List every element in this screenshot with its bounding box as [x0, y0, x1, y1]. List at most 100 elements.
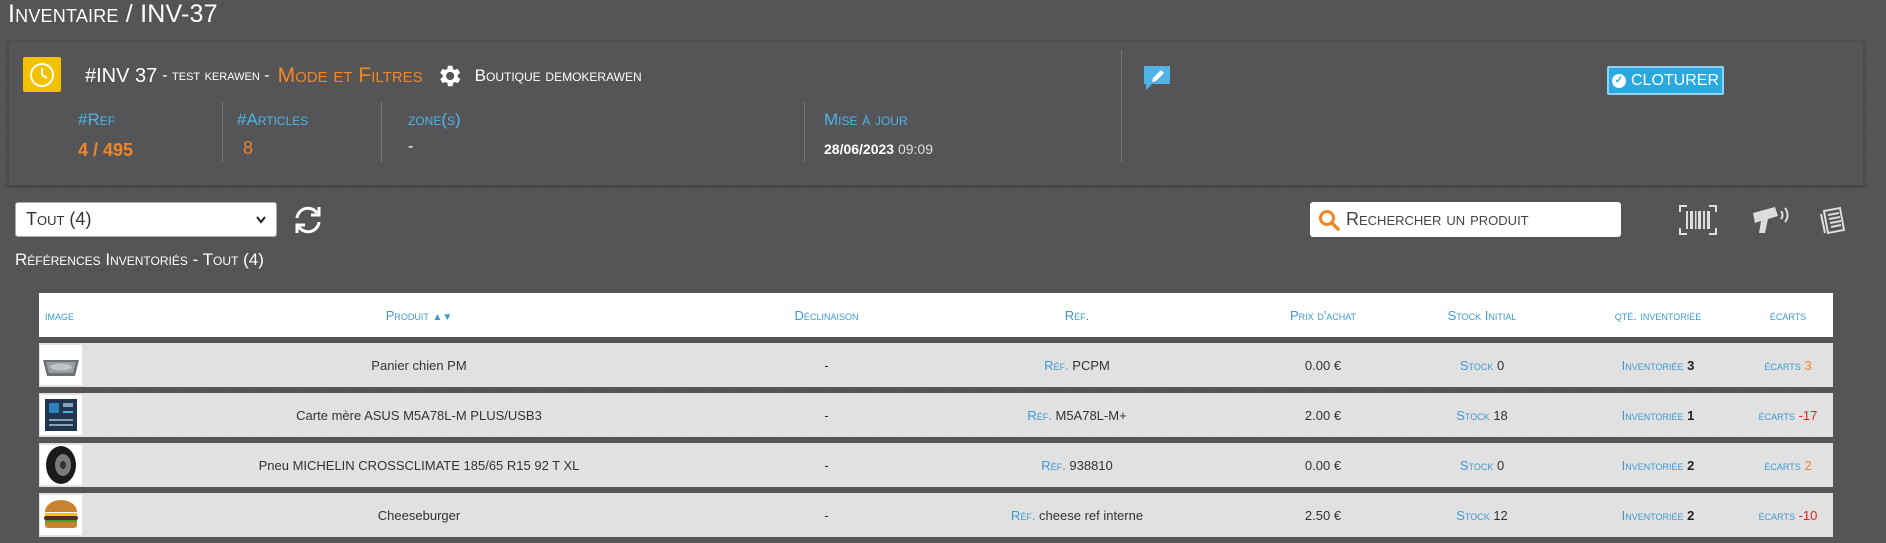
qty-value: 3: [1687, 357, 1695, 373]
product-thumbnail: [39, 345, 84, 385]
ref-count-label: #Ref: [78, 110, 116, 129]
search-input[interactable]: Rechercher un produit: [1310, 202, 1621, 237]
header-qty: qté. inventoriée: [1614, 307, 1702, 323]
inventory-table: image Produit ▲▼ Déclinaison Réf. Prix d…: [39, 293, 1833, 537]
articles-count-label: #Articles: [237, 110, 309, 129]
ref-label: Réf.: [1041, 457, 1066, 473]
ref-label: Réf.: [1010, 507, 1036, 523]
ecart-label: écarts: [1758, 407, 1795, 423]
ref-label: Réf.: [1027, 407, 1052, 423]
ref-count-value: 4 / 495: [78, 140, 134, 160]
product-name: Cheeseburger: [377, 507, 461, 523]
stock-value: 12: [1493, 507, 1508, 523]
filter-select[interactable]: Tout (4): [15, 202, 277, 237]
update-time: 09:09: [897, 141, 934, 157]
update-datetime: 28/06/2023 09:09: [824, 141, 933, 157]
ecart-value: 2: [1804, 457, 1812, 473]
inventoried-qty: Inventoriée 2: [1573, 508, 1743, 523]
table-header: image Produit ▲▼ Déclinaison Réf. Prix d…: [39, 293, 1833, 337]
purchase-price: 0.00 €: [1304, 457, 1342, 473]
list-icon[interactable]: [1818, 205, 1848, 235]
gear-icon[interactable]: [435, 62, 463, 90]
inventory-name: - test kerawen -: [162, 67, 270, 84]
inventoried-qty: Inventoriée 3: [1573, 358, 1743, 373]
product-thumbnail: [39, 445, 84, 485]
zones-value: -: [408, 138, 414, 155]
declinaison: -: [824, 457, 829, 473]
stock-value: 0: [1496, 357, 1505, 373]
table-row[interactable]: Cheeseburger - Réf. cheese ref interne 2…: [39, 493, 1833, 537]
stock-value: 18: [1493, 407, 1508, 423]
close-inventory-label: CLOTURER: [1630, 71, 1719, 89]
header-ecarts: écarts: [1769, 307, 1807, 323]
ref-value: cheese ref interne: [1039, 507, 1144, 523]
search-icon: [1319, 209, 1340, 231]
product-name: Pneu MICHELIN CROSSCLIMATE 185/65 R15 92…: [258, 457, 580, 473]
qty-value: 1: [1687, 407, 1695, 423]
ecart-label: écarts: [1764, 357, 1801, 373]
ecart-value: -10: [1798, 507, 1818, 523]
page-title: Inventaire / INV-37: [8, 0, 218, 28]
qty-label: Inventoriée: [1621, 407, 1684, 423]
header-product[interactable]: Produit ▲▼: [84, 308, 754, 323]
comment-edit-icon[interactable]: [1142, 64, 1172, 92]
table-row[interactable]: Carte mère ASUS M5A78L-M PLUS/USB3 - Réf…: [39, 393, 1833, 437]
table-row[interactable]: Pneu MICHELIN CROSSCLIMATE 185/65 R15 92…: [39, 443, 1833, 487]
update-date: 28/06/2023: [824, 141, 895, 157]
inventory-number: #INV 37: [85, 64, 158, 87]
qty-label: Inventoriée: [1621, 507, 1684, 523]
product-name: Carte mère ASUS M5A78L-M PLUS/USB3: [296, 407, 542, 423]
header-declinaison: Déclinaison: [794, 307, 859, 323]
motherboard-thumbnail: [45, 399, 77, 431]
stock-label: Stock: [1456, 407, 1490, 423]
stock-label: Stock: [1459, 457, 1494, 473]
declinaison: -: [824, 357, 829, 373]
update-label: Mise à jour: [824, 110, 908, 129]
qty-value: 2: [1687, 507, 1695, 523]
initial-stock: Stock 12: [1391, 508, 1573, 523]
ecart-value: 3: [1804, 357, 1812, 373]
clock-icon: [23, 57, 61, 92]
qty-label: Inventoriée: [1621, 457, 1684, 473]
stock-label: Stock: [1459, 357, 1494, 373]
ecart: écarts -17: [1743, 408, 1833, 423]
ref-value: 938810: [1069, 457, 1113, 473]
initial-stock: Stock 18: [1391, 408, 1573, 423]
filter-select-value: Tout (4): [26, 209, 92, 229]
stock-value: 0: [1496, 457, 1505, 473]
header-image: image: [45, 307, 75, 323]
refresh-icon[interactable]: [290, 203, 326, 237]
product-thumbnail: [39, 395, 84, 435]
sort-icon[interactable]: ▲▼: [433, 312, 453, 323]
product-name: Panier chien PM: [371, 357, 467, 373]
chevron-down-icon: [256, 215, 266, 224]
header-price: Prix d'achat: [1289, 307, 1357, 323]
purchase-price: 2.50 €: [1304, 507, 1342, 523]
check-circle-icon: ✓: [1611, 73, 1626, 88]
close-inventory-button[interactable]: ✓ CLOTURER: [1607, 66, 1724, 95]
initial-stock: Stock 0: [1391, 358, 1573, 373]
divider: [804, 102, 805, 162]
ecart: écarts 3: [1743, 358, 1833, 373]
purchase-price: 0.00 €: [1304, 357, 1342, 373]
stock-label: Stock: [1456, 507, 1490, 523]
barcode-icon[interactable]: [1679, 205, 1717, 235]
initial-stock: Stock 0: [1391, 458, 1573, 473]
qty-value: 2: [1687, 457, 1695, 473]
scanner-icon[interactable]: [1751, 205, 1791, 235]
reference: Réf. M5A78L-M+: [899, 408, 1255, 423]
section-title: Références Inventoriés - Tout (4): [15, 250, 264, 269]
header-ref: Réf.: [1064, 307, 1090, 323]
table-row[interactable]: Panier chien PM - Réf. PCPM 0.00 € Stock…: [39, 343, 1833, 387]
inventoried-qty: Inventoriée 1: [1573, 408, 1743, 423]
divider: [1121, 50, 1122, 162]
reference: Réf. 938810: [899, 458, 1255, 473]
qty-label: Inventoriée: [1621, 357, 1684, 373]
search-placeholder: Rechercher un produit: [1346, 209, 1529, 229]
inventory-header-panel: #INV 37 - test kerawen - Mode et Filtres…: [8, 41, 1864, 186]
ecart: écarts -10: [1743, 508, 1833, 523]
divider: [381, 102, 382, 162]
mode-filters-link[interactable]: Mode et Filtres: [278, 64, 423, 88]
ecart-label: écarts: [1764, 457, 1801, 473]
header-product-label: Produit: [385, 307, 429, 323]
